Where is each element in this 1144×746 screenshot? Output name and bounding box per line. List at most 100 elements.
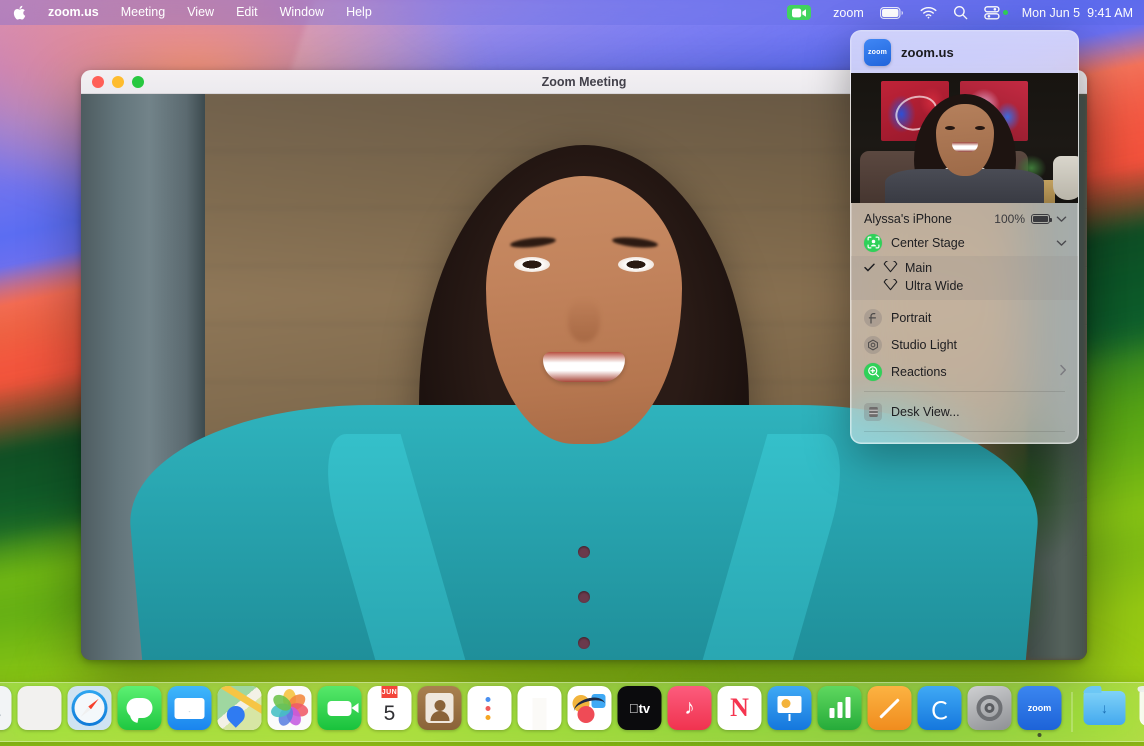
messages-icon — [118, 686, 162, 730]
reactions-label: Reactions — [891, 365, 947, 379]
reactions-row[interactable]: Reactions — [851, 358, 1078, 385]
dock-item-news[interactable]: N — [718, 686, 762, 738]
apple-tv-icon: tv — [618, 686, 662, 730]
zoom-app-icon: zoom — [1018, 686, 1062, 730]
studio-light-row[interactable]: Studio Light — [851, 331, 1078, 358]
calendar-day: 5 — [384, 698, 396, 730]
dock-item-messages[interactable] — [118, 686, 162, 738]
dock-item-mail[interactable] — [168, 686, 212, 738]
calendar-month: JUN — [382, 686, 398, 698]
dock-item-pages[interactable] — [868, 686, 912, 738]
dock-item-launchpad[interactable] — [18, 686, 62, 738]
wifi-icon[interactable] — [912, 0, 945, 25]
apple-logo-icon[interactable] — [0, 5, 37, 20]
dock-item-downloads[interactable]: ↓ — [1083, 686, 1127, 738]
keynote-icon — [768, 686, 812, 730]
menu-item-meeting[interactable]: Meeting — [110, 2, 176, 23]
portrait-f-icon — [864, 309, 882, 327]
camera-device-name: Alyssa's iPhone — [864, 212, 952, 226]
dock-item-music[interactable]: ♪ — [668, 686, 712, 738]
finder-icon — [0, 686, 12, 730]
lens-option-ultra-wide[interactable]: Ultra Wide — [851, 277, 1078, 295]
downloads-folder-icon: ↓ — [1083, 686, 1127, 730]
close-button[interactable] — [92, 76, 104, 88]
center-stage-icon — [864, 234, 882, 252]
system-settings-icon — [968, 686, 1012, 730]
center-stage-row[interactable]: Center Stage — [851, 229, 1078, 256]
dock-item-photos[interactable] — [268, 686, 312, 738]
dock-item-tv[interactable]: tv — [618, 686, 662, 738]
minimize-button[interactable] — [112, 76, 124, 88]
notes-icon — [518, 686, 562, 730]
menu-item-help[interactable]: Help — [335, 2, 383, 23]
video-effects-control-panel[interactable]: zoom zoom.us Alyssa's iPhone 100% — [850, 30, 1079, 444]
menu-app-name[interactable]: zoom.us — [37, 2, 110, 23]
camera-lens-icon — [883, 261, 898, 276]
mic-mode-value-group: Standard — [1003, 443, 1067, 445]
menu-status-zoom-label[interactable]: zoom — [825, 0, 872, 25]
panel-divider-1 — [864, 391, 1065, 392]
dock-item-reminders[interactable] — [468, 686, 512, 738]
dock-item-maps[interactable] — [218, 686, 262, 738]
dock-item-trash[interactable] — [1133, 686, 1144, 738]
freeform-icon — [568, 686, 612, 730]
desk-view-icon — [864, 403, 882, 421]
calendar-icon: JUN 5 — [368, 686, 412, 730]
camera-preview — [851, 73, 1078, 203]
lens-option-main[interactable]: Main — [851, 259, 1078, 277]
mail-icon — [168, 686, 212, 730]
reminders-icon — [468, 686, 512, 730]
dock-item-facetime[interactable] — [318, 686, 362, 738]
chevron-down-icon[interactable] — [1056, 236, 1067, 250]
participant-smile — [543, 352, 625, 382]
battery-icon[interactable] — [872, 0, 912, 25]
dock[interactable]: JUN 5 tv ♪ — [0, 682, 1144, 742]
menu-bar: zoom.us Meeting View Edit Window Help zo… — [0, 0, 1144, 25]
camera-device-row[interactable]: Alyssa's iPhone 100% — [851, 208, 1078, 229]
menu-item-window[interactable]: Window — [269, 2, 335, 23]
dock-item-safari[interactable] — [68, 686, 112, 738]
panel-app-header: zoom zoom.us — [851, 31, 1078, 73]
facetime-icon — [318, 686, 362, 730]
portrait-row[interactable]: Portrait — [851, 304, 1078, 331]
dock-item-app-store[interactable]: Ｃ — [918, 686, 962, 738]
dock-item-notes[interactable] — [518, 686, 562, 738]
panel-app-name: zoom.us — [901, 45, 954, 60]
dock-item-freeform[interactable] — [568, 686, 612, 738]
dock-item-numbers[interactable] — [818, 686, 862, 738]
desk-view-row[interactable]: Desk View... — [851, 398, 1078, 425]
checkmark-icon — [862, 261, 876, 275]
participant-button-1 — [578, 546, 590, 558]
preview-vase — [1053, 156, 1078, 200]
control-center-icon[interactable] — [976, 0, 1016, 25]
chevron-down-icon[interactable] — [1056, 212, 1067, 226]
search-icon[interactable] — [945, 0, 976, 25]
camera-in-use-indicator[interactable] — [779, 0, 825, 25]
trash-icon — [1133, 686, 1144, 730]
numbers-icon — [818, 686, 862, 730]
chevron-right-icon[interactable] — [1059, 443, 1067, 445]
dock-item-contacts[interactable] — [418, 686, 462, 738]
dock-item-zoom[interactable]: zoom — [1018, 686, 1062, 738]
pages-icon — [868, 686, 912, 730]
dock-item-keynote[interactable] — [768, 686, 812, 738]
preview-person-smile — [952, 142, 978, 152]
mic-mode-row[interactable]: Mic Mode Standard — [851, 438, 1078, 444]
mic-mode-label: Mic Mode — [864, 443, 918, 444]
menu-bar-left: zoom.us Meeting View Edit Window Help — [0, 2, 383, 23]
safari-icon — [68, 686, 112, 730]
menu-bar-time[interactable]: 9:41 AM — [1080, 0, 1135, 25]
chevron-right-icon[interactable] — [1059, 364, 1067, 379]
participant-button-2 — [578, 591, 590, 603]
zoom-app-icon: zoom — [864, 39, 891, 66]
dock-item-finder[interactable] — [0, 686, 12, 738]
mic-mode-value: Standard — [1003, 443, 1054, 444]
menu-item-view[interactable]: View — [176, 2, 225, 23]
app-store-icon: Ｃ — [918, 686, 962, 730]
maximize-button[interactable] — [132, 76, 144, 88]
participant-button-3 — [578, 637, 590, 649]
menu-bar-date[interactable]: Mon Jun 5 — [1016, 0, 1080, 25]
menu-item-edit[interactable]: Edit — [225, 2, 269, 23]
dock-item-calendar[interactable]: JUN 5 — [368, 686, 412, 738]
dock-item-system-settings[interactable] — [968, 686, 1012, 738]
